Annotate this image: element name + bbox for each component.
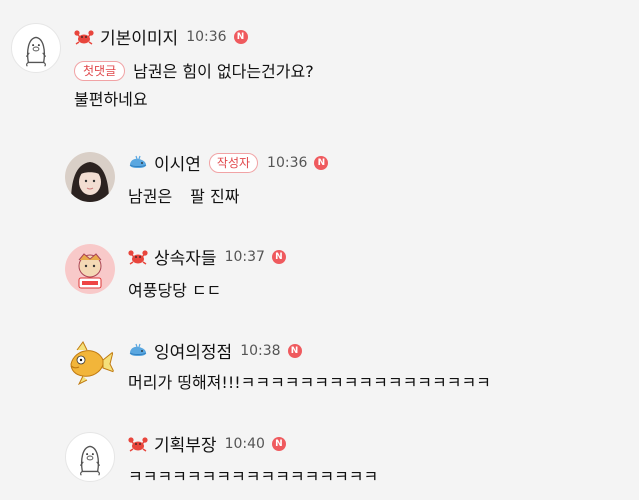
timestamp: 10:36 xyxy=(186,28,227,45)
comment-text-part: 남권은 xyxy=(128,187,173,206)
comment-header: 이시연 작성자 10:36 N xyxy=(128,150,329,175)
new-badge: N xyxy=(314,155,329,170)
comment-text: 남권은 팔 진짜 xyxy=(128,186,239,208)
avatar-default[interactable] xyxy=(11,23,61,73)
new-badge: N xyxy=(233,29,248,44)
crab-grade-icon xyxy=(74,29,94,45)
fish-avatar-icon xyxy=(70,341,115,386)
new-badge: N xyxy=(271,249,286,264)
comment-line: 불편하네요 xyxy=(74,90,148,109)
comment-text-part: 팔 진짜 xyxy=(190,187,240,206)
comment-text: 첫댓글 남권은 힘이 없다는건가요? xyxy=(74,61,314,83)
first-comment-badge: 첫댓글 xyxy=(74,61,126,81)
timestamp: 10:38 xyxy=(240,342,281,359)
default-avatar-icon xyxy=(79,445,101,476)
crab-grade-icon xyxy=(128,249,148,265)
whale-grade-icon xyxy=(128,155,148,171)
comment-header: 상속자들 10:37 N xyxy=(128,244,286,269)
avatar-illustration[interactable] xyxy=(65,338,115,388)
nickname[interactable]: 기본이미지 xyxy=(100,24,178,49)
whale-grade-icon xyxy=(128,343,148,359)
timestamp: 10:36 xyxy=(267,154,308,171)
comment-text: 머리가 띵해져!!!ㅋㅋㅋㅋㅋㅋㅋㅋㅋㅋㅋㅋㅋㅋㅋㅋㅋ xyxy=(128,373,491,392)
new-badge: N xyxy=(271,436,286,451)
comment-header: 기본이미지 10:36 N xyxy=(74,24,248,49)
timestamp: 10:40 xyxy=(224,435,265,452)
comment-header: 기획부장 10:40 N xyxy=(128,431,286,456)
nickname[interactable]: 상속자들 xyxy=(154,244,217,269)
nickname[interactable]: 잉여의정점 xyxy=(154,338,232,363)
avatar-illustration[interactable] xyxy=(65,244,115,294)
nickname[interactable]: 기획부장 xyxy=(154,431,217,456)
comment-text: ㅋㅋㅋㅋㅋㅋㅋㅋㅋㅋㅋㅋㅋㅋㅋㅋㅋ xyxy=(128,467,379,486)
comment-header: 잉여의정점 10:38 N xyxy=(128,338,302,363)
avatar-default[interactable] xyxy=(65,432,115,482)
author-badge: 작성자 xyxy=(208,152,259,173)
nickname[interactable]: 이시연 xyxy=(154,150,201,175)
comment-line: 남권은 힘이 없다는건가요? xyxy=(133,62,314,81)
default-avatar-icon xyxy=(25,36,47,67)
crab-grade-icon xyxy=(128,436,148,452)
comment-text: 여풍당당 ㄷㄷ xyxy=(128,281,222,300)
new-badge: N xyxy=(287,343,302,358)
timestamp: 10:37 xyxy=(224,248,265,265)
character-avatar-icon xyxy=(65,244,115,294)
avatar-photo[interactable] xyxy=(65,152,115,202)
user-photo-icon xyxy=(65,152,115,202)
